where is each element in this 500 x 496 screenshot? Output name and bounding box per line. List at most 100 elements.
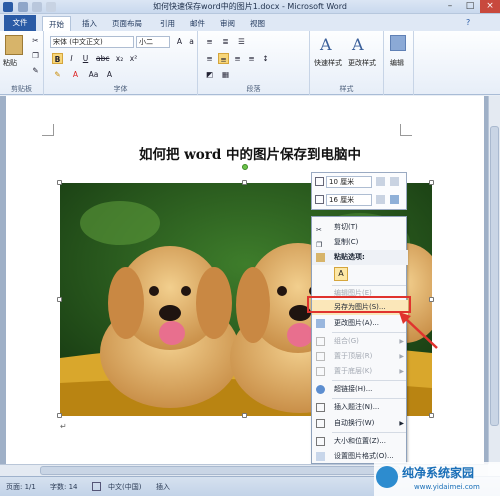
menu-item-insert-caption[interactable]: 插入题注(N)...: [312, 400, 408, 415]
resize-handle-br[interactable]: [429, 413, 434, 418]
shading-icon[interactable]: ◩: [204, 69, 215, 80]
document-heading[interactable]: 如何把 word 中的图片保存到电脑中: [60, 143, 440, 163]
resize-handle-r[interactable]: [429, 297, 434, 302]
menu-item-hyperlink[interactable]: 超链接(H)...: [312, 382, 408, 397]
arrange-icon[interactable]: [390, 177, 399, 186]
paste-icon: [316, 253, 325, 262]
paste-icon[interactable]: [5, 35, 23, 55]
cut-icon[interactable]: ✂: [30, 35, 41, 46]
tab-review[interactable]: 审阅: [214, 16, 241, 31]
quick-styles-button[interactable]: 快速样式: [314, 58, 342, 68]
line-spacing-icon[interactable]: ↕: [260, 53, 271, 64]
paragraph-group: ≡ ≣ ☰ ≡ ≡ ≡ ≡ ↕ ◩ ▦ 段落: [198, 31, 310, 95]
font-group: 宋体 (中文正文) 小二 A a B I U abc x₂ x² ✎ A Aa …: [44, 31, 198, 95]
submenu-arrow-icon: ▶: [399, 353, 404, 360]
close-icon[interactable]: ×: [480, 0, 500, 13]
resize-handle-tl[interactable]: [57, 180, 62, 185]
menu-item-paste-options: 粘贴选项:: [312, 250, 408, 265]
underline-icon[interactable]: U: [80, 53, 91, 64]
subscript-icon[interactable]: x₂: [114, 53, 125, 64]
font-size-toggle-icon[interactable]: Aa: [88, 69, 99, 80]
submenu-arrow-icon: ▶: [399, 368, 404, 375]
proofing-icon[interactable]: [92, 482, 101, 491]
tab-insert[interactable]: 插入: [76, 16, 103, 31]
vertical-scrollbar[interactable]: [488, 96, 500, 464]
numbering-icon[interactable]: ≣: [220, 36, 231, 47]
menu-separator: [332, 380, 406, 381]
tab-home[interactable]: 开始: [42, 16, 71, 31]
mini-toolbar: 10 厘米 16 厘米: [311, 172, 407, 210]
resize-handle-t[interactable]: [242, 180, 247, 185]
center-icon[interactable]: ≡: [218, 53, 229, 64]
resize-handle-tr[interactable]: [429, 180, 434, 185]
strikethrough-icon[interactable]: abc: [96, 53, 109, 64]
crop-icon[interactable]: [376, 177, 385, 186]
tab-page-layout[interactable]: 页面布局: [106, 16, 148, 31]
group-icon: [316, 337, 325, 346]
menu-item-copy[interactable]: ❐ 复制(C): [312, 235, 408, 250]
grow-font-icon[interactable]: A: [174, 36, 185, 47]
size-icon: [316, 437, 325, 446]
quick-styles-icon[interactable]: A: [320, 35, 332, 54]
change-case-icon[interactable]: A: [104, 69, 115, 80]
resize-handle-l[interactable]: [57, 297, 62, 302]
margin-corner-tl: [42, 124, 54, 136]
bold-icon[interactable]: B: [52, 53, 63, 64]
annotation-arrow: [399, 312, 438, 349]
maximize-icon[interactable]: □: [460, 0, 480, 13]
tab-view[interactable]: 视图: [244, 16, 271, 31]
resize-handle-b[interactable]: [242, 413, 247, 418]
paragraph-mark: ↵: [60, 422, 67, 431]
highlight-icon[interactable]: ✎: [52, 69, 63, 80]
menu-item-wrap-text[interactable]: 自动换行(W) ▶: [312, 416, 408, 431]
format-painter-icon[interactable]: ✎: [30, 65, 41, 76]
height-input[interactable]: 10 厘米: [326, 176, 372, 188]
paste-button[interactable]: 粘贴: [3, 58, 17, 68]
scroll-thumb[interactable]: [490, 126, 499, 426]
italic-icon[interactable]: I: [66, 53, 77, 64]
wrap-text-icon[interactable]: [376, 195, 385, 204]
minimize-icon[interactable]: –: [440, 0, 460, 13]
status-language[interactable]: 中文(中国): [108, 482, 141, 492]
margin-corner-tr: [400, 124, 412, 136]
tab-file[interactable]: 文件: [4, 15, 36, 31]
status-word-count[interactable]: 字数: 14: [50, 482, 78, 492]
font-size-combo[interactable]: 小二: [136, 36, 170, 48]
brand-icon: [376, 466, 398, 488]
status-insert-mode[interactable]: 插入: [156, 482, 170, 492]
menu-item-cut[interactable]: ✂ 剪切(T): [312, 220, 408, 235]
editing-button[interactable]: 编辑: [390, 58, 404, 68]
align-left-icon[interactable]: ≡: [204, 53, 215, 64]
font-name-combo[interactable]: 宋体 (中文正文): [50, 36, 134, 48]
tab-mailings[interactable]: 邮件: [184, 16, 211, 31]
resize-handle-bl[interactable]: [57, 413, 62, 418]
copy-icon[interactable]: ❐: [30, 50, 41, 61]
change-styles-icon[interactable]: A: [352, 35, 364, 54]
find-icon[interactable]: [390, 35, 406, 51]
rotate-handle[interactable]: [242, 164, 248, 170]
group-label-clipboard: 剪贴板: [11, 85, 32, 93]
copy-icon: ❐: [316, 241, 323, 249]
font-color-icon[interactable]: A: [70, 69, 81, 80]
menu-separator: [332, 398, 406, 399]
menu-item-size-position[interactable]: 大小和位置(Z)...: [312, 434, 408, 449]
multilevel-list-icon[interactable]: ☰: [236, 36, 247, 47]
context-menu: ✂ 剪切(T) ❐ 复制(C) 粘贴选项: A 编辑图片(E) 另存为图片(S)..…: [311, 216, 408, 464]
superscript-icon[interactable]: x²: [128, 53, 139, 64]
borders-icon[interactable]: ▦: [220, 69, 231, 80]
align-right-icon[interactable]: ≡: [232, 53, 243, 64]
help-icon[interactable]: ?: [466, 18, 470, 27]
change-styles-button[interactable]: 更改样式: [348, 58, 376, 68]
bullets-icon[interactable]: ≡: [204, 36, 215, 47]
status-page[interactable]: 页面: 1/1: [6, 482, 36, 492]
menu-item-change-picture[interactable]: 更改图片(A)...: [312, 316, 408, 331]
tab-references[interactable]: 引用: [154, 16, 181, 31]
watermark-url: www.yidaimei.com: [414, 483, 480, 491]
shrink-font-icon[interactable]: a: [186, 36, 197, 47]
clipboard-group: 粘贴 ✂ ❐ ✎ 剪贴板: [0, 31, 44, 95]
picture-style-icon[interactable]: [390, 195, 399, 204]
width-input[interactable]: 16 厘米: [326, 194, 372, 206]
paste-text-icon[interactable]: A: [334, 267, 348, 281]
scroll-thumb[interactable]: [40, 466, 400, 475]
justify-icon[interactable]: ≡: [246, 53, 257, 64]
